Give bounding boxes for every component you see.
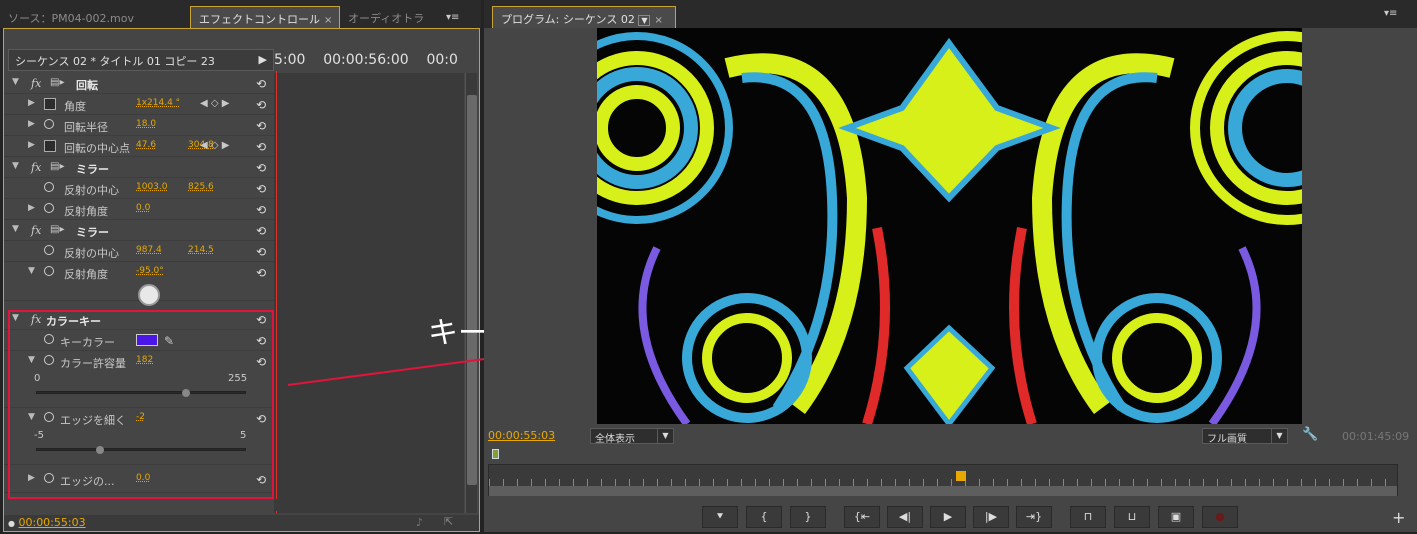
step-forward-button[interactable]: |▶: [973, 506, 1009, 528]
record-button[interactable]: ●: [1202, 506, 1238, 528]
chevron-down-icon: ▼: [657, 429, 673, 443]
wrench-icon[interactable]: 🔧: [1302, 427, 1318, 442]
mark-in-button[interactable]: {: [746, 506, 782, 528]
go-to-out-button[interactable]: ⇥}: [1016, 506, 1052, 528]
program-time-ruler[interactable]: [488, 464, 1398, 496]
program-viewer[interactable]: [597, 28, 1302, 424]
add-button[interactable]: +: [1392, 508, 1405, 527]
playhead-icon[interactable]: [956, 471, 967, 481]
camera-icon[interactable]: ▣: [1158, 506, 1194, 528]
chevron-down-icon: ▼: [1271, 429, 1287, 443]
duration-timecode: 00:01:45:09: [1342, 430, 1410, 443]
program-current-timecode[interactable]: 00:00:55:03: [488, 429, 555, 442]
step-back-button[interactable]: ◀|: [887, 506, 923, 528]
mark-out-button[interactable]: }: [790, 506, 826, 528]
program-monitor-panel: 00:00:55:03 全体表示 ▼ フル画質 ▼ 🔧 00:01:45:09 ⯆ …: [484, 28, 1417, 532]
zoom-dropdown-value: 全体表示: [595, 434, 635, 445]
play-button[interactable]: ▶: [930, 506, 966, 528]
video-frame-image: [597, 28, 1302, 424]
in-point-area: [488, 448, 1414, 464]
add-marker-button[interactable]: ⯆: [702, 506, 738, 528]
in-marker-icon[interactable]: [492, 449, 499, 459]
go-to-in-button[interactable]: {⇤: [844, 506, 880, 528]
quality-dropdown-value: フル画質: [1207, 434, 1247, 445]
zoom-scrollbar[interactable]: [489, 486, 1397, 496]
extract-button[interactable]: ⊔: [1114, 506, 1150, 528]
zoom-dropdown[interactable]: 全体表示 ▼: [590, 428, 674, 445]
lift-button[interactable]: ⊓: [1070, 506, 1106, 528]
quality-dropdown[interactable]: フル画質 ▼: [1202, 428, 1288, 445]
